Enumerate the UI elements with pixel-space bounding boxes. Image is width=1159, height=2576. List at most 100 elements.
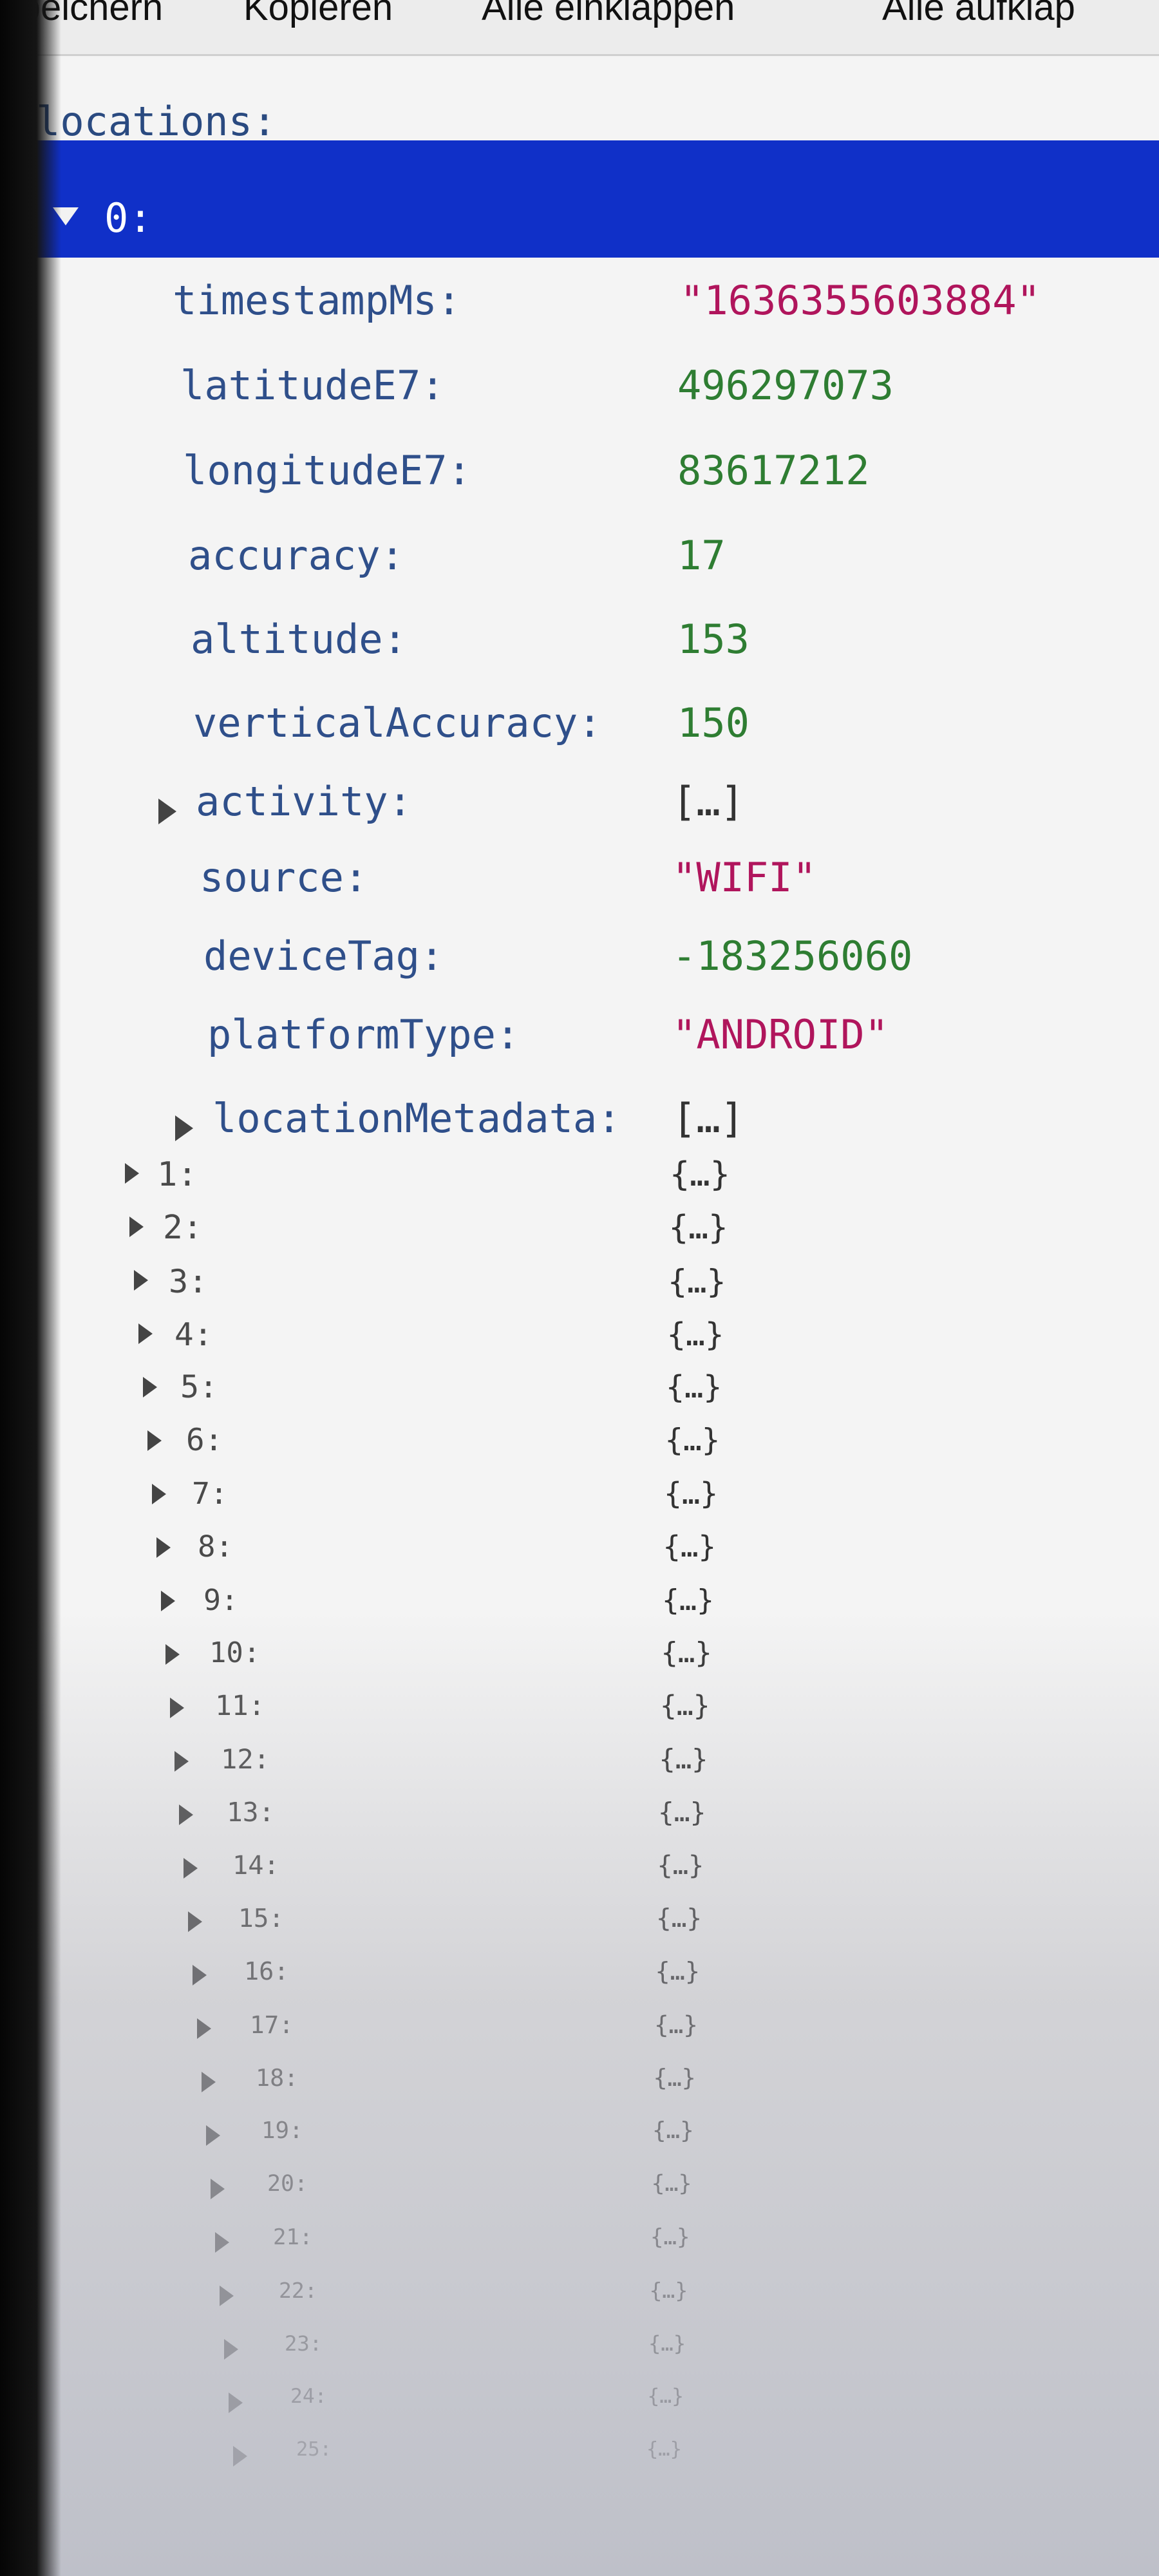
collapsed-triangle-icon[interactable] <box>188 1911 202 1932</box>
tree-row-field[interactable]: timestampMs: "1636355603884" <box>0 277 1159 354</box>
tree-value: "WIFI" <box>672 854 816 901</box>
tree-value-object: {…} <box>646 2438 682 2461</box>
collapsed-triangle-icon[interactable] <box>129 1217 144 1237</box>
collapsed-triangle-icon[interactable] <box>233 2446 247 2467</box>
tree-value-object: {…} <box>651 2171 692 2197</box>
tree-key: source: <box>200 854 368 901</box>
tree-row-item[interactable]: 21: {…} <box>0 2224 1159 2276</box>
tree-row-field[interactable]: source: "WIFI" <box>0 854 1159 931</box>
tree-key-index: 16: <box>244 1957 289 1986</box>
tree-row-field[interactable]: deviceTag: -183256060 <box>0 933 1159 1010</box>
tree-key-item-0: 0: <box>104 194 153 242</box>
collapsed-triangle-icon[interactable] <box>193 1965 207 1985</box>
tree-row-field[interactable]: activity: […] <box>0 778 1159 855</box>
tree-row-item[interactable]: 2: {…} <box>0 1209 1159 1260</box>
tree-key-index: 22: <box>279 2278 317 2303</box>
tree-row-item[interactable]: 15: {…} <box>0 1904 1159 1955</box>
tree-key-index: 14: <box>232 1850 279 1880</box>
tree-value-object: {…} <box>663 1530 717 1564</box>
collapsed-triangle-icon[interactable] <box>174 1751 189 1772</box>
tree-key: accuracy: <box>188 532 404 579</box>
tree-value-object: {…} <box>664 1423 721 1458</box>
tree-row-item[interactable]: 22: {…} <box>0 2278 1159 2329</box>
tree-value-object: {…} <box>657 1850 704 1880</box>
tree-row-item[interactable]: 7: {…} <box>0 1476 1159 1528</box>
tree-key: altitude: <box>191 616 407 663</box>
tree-row-field[interactable]: latitudeE7: 496297073 <box>0 362 1159 439</box>
tree-row-item[interactable]: 25: {…} <box>0 2438 1159 2490</box>
tree-value: "1636355603884" <box>680 277 1041 324</box>
tree-key-index: 2: <box>163 1209 203 1247</box>
collapsed-triangle-icon[interactable] <box>170 1698 184 1718</box>
tree-row-item[interactable]: 8: {…} <box>0 1530 1159 1581</box>
collapsed-triangle-icon[interactable] <box>175 1115 193 1141</box>
tree-row-item[interactable]: 16: {…} <box>0 1957 1159 2009</box>
tree-row-item[interactable]: 10: {…} <box>0 1636 1159 1688</box>
tree-key: latitudeE7: <box>180 362 445 409</box>
tree-row-item[interactable]: 9: {…} <box>0 1583 1159 1634</box>
tree-row-item[interactable]: 11: {…} <box>0 1690 1159 1741</box>
tree-row-selected[interactable]: 0: <box>0 140 1159 258</box>
tree-value: […] <box>672 1095 744 1142</box>
tree-key-index: 7: <box>192 1476 229 1511</box>
tree-value-object: {…} <box>647 2385 684 2408</box>
collapsed-triangle-icon[interactable] <box>125 1163 139 1184</box>
tree-row-item[interactable]: 12: {…} <box>0 1743 1159 1795</box>
collapsed-triangle-icon[interactable] <box>156 1537 171 1558</box>
collapsed-triangle-icon[interactable] <box>220 2286 234 2306</box>
collapsed-triangle-icon[interactable] <box>158 799 176 824</box>
tree-row-item[interactable]: 3: {…} <box>0 1262 1159 1314</box>
tree-row-item[interactable]: 13: {…} <box>0 1797 1159 1848</box>
tree-key-index: 23: <box>285 2331 323 2356</box>
tree-row-field[interactable]: accuracy: 17 <box>0 532 1159 609</box>
tree-row-item[interactable]: 18: {…} <box>0 2064 1159 2116</box>
collapsed-triangle-icon[interactable] <box>152 1484 166 1504</box>
collapsed-triangle-icon[interactable] <box>134 1270 148 1291</box>
tree-key-index: 6: <box>186 1423 223 1458</box>
tree-key: deviceTag: <box>203 933 444 980</box>
collapsed-triangle-icon[interactable] <box>143 1377 157 1397</box>
tree-key: verticalAccuracy: <box>193 699 602 746</box>
collapsed-triangle-icon[interactable] <box>161 1591 175 1611</box>
tree-row-item[interactable]: 19: {…} <box>0 2117 1159 2169</box>
collapsed-triangle-icon[interactable] <box>147 1430 162 1451</box>
collapsed-triangle-icon[interactable] <box>206 2125 220 2146</box>
collapsed-triangle-icon[interactable] <box>165 1644 180 1665</box>
collapsed-triangle-icon[interactable] <box>215 2232 229 2253</box>
monitor-bezel <box>0 0 61 2576</box>
tree-value-object: {…} <box>650 2224 690 2250</box>
tree-key-locations: locations: <box>36 98 277 145</box>
collapsed-triangle-icon[interactable] <box>229 2392 243 2413</box>
tree-value: 17 <box>677 532 726 579</box>
tree-row-field[interactable]: platformType: "ANDROID" <box>0 1011 1159 1088</box>
tree-key: activity: <box>196 778 412 825</box>
tree-key-index: 25: <box>296 2438 332 2461</box>
json-viewer-screen: Speichern Kopieren Alle einklappen Alle … <box>0 0 1159 2576</box>
collapsed-triangle-icon[interactable] <box>202 2072 216 2092</box>
tree-row-item[interactable]: 14: {…} <box>0 1850 1159 1902</box>
tree-row-item[interactable]: 1: {…} <box>0 1155 1159 1207</box>
tree-row-field[interactable]: verticalAccuracy: 150 <box>0 699 1159 777</box>
tree-row-item[interactable]: 23: {…} <box>0 2331 1159 2383</box>
tree-value-object: {…} <box>666 1369 722 1405</box>
tree-row-field[interactable]: longitudeE7: 83617212 <box>0 447 1159 524</box>
tree-row-item[interactable]: 20: {…} <box>0 2171 1159 2222</box>
tree-row-field[interactable]: altitude: 153 <box>0 616 1159 693</box>
tree-row-item[interactable]: 6: {…} <box>0 1423 1159 1474</box>
tree-row-item[interactable]: 5: {…} <box>0 1369 1159 1421</box>
collapsed-triangle-icon[interactable] <box>224 2339 238 2360</box>
collapsed-triangle-icon[interactable] <box>179 1804 193 1825</box>
tree-key-index: 24: <box>290 2385 327 2408</box>
tree-row-item[interactable]: 4: {…} <box>0 1316 1159 1367</box>
tree-key-index: 1: <box>157 1155 198 1194</box>
tree-key-index: 17: <box>250 2011 294 2039</box>
tree-key-index: 18: <box>256 2064 299 2092</box>
collapsed-triangle-icon[interactable] <box>197 2018 211 2039</box>
collapsed-triangle-icon[interactable] <box>184 1858 198 1879</box>
tree-row-item[interactable]: 17: {…} <box>0 2011 1159 2062</box>
collapsed-triangle-icon[interactable] <box>211 2179 225 2199</box>
tree-value-object: {…} <box>668 1209 728 1247</box>
tree-key: platformType: <box>207 1011 520 1058</box>
tree-row-item[interactable]: 24: {…} <box>0 2385 1159 2436</box>
collapsed-triangle-icon[interactable] <box>138 1323 153 1344</box>
